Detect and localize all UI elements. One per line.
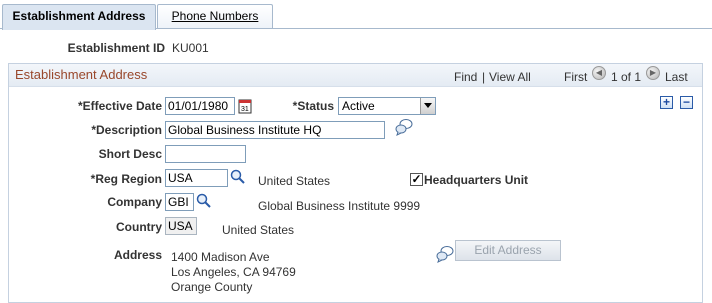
country-label: Country <box>116 220 162 234</box>
translate-icon[interactable] <box>436 245 454 263</box>
status-value: Active <box>342 99 375 113</box>
status-label: *Status <box>292 99 334 113</box>
description-input[interactable]: Global Business Institute HQ <box>165 121 385 139</box>
first-label: First <box>564 70 588 84</box>
find-link[interactable]: Find <box>454 70 477 84</box>
next-row-icon[interactable]: ▶ <box>646 66 660 80</box>
nav-separator: | <box>482 70 486 84</box>
edit-address-button[interactable]: Edit Address <box>455 240 561 261</box>
delete-row-button[interactable]: − <box>680 96 693 109</box>
svg-text:31: 31 <box>241 106 249 113</box>
search-icon[interactable] <box>230 169 246 185</box>
view-all-link[interactable]: View All <box>489 70 531 84</box>
calendar-icon[interactable]: 31 <box>238 98 254 114</box>
description-label: *Description <box>91 123 162 137</box>
country-description: United States <box>222 223 295 237</box>
headquarters-unit-checkbox[interactable]: ✓ <box>410 173 423 186</box>
effective-date-input[interactable]: 01/01/1980 <box>165 97 235 115</box>
last-label: Last <box>665 70 688 84</box>
previous-row-icon[interactable]: ◀ <box>592 66 606 80</box>
effective-date-label: *Effective Date <box>77 99 162 113</box>
status-select[interactable]: Active <box>338 97 436 115</box>
company-description: Global Business Institute 9999 <box>258 199 421 213</box>
address-label: Address <box>113 248 162 262</box>
chevron-down-icon[interactable] <box>420 98 435 114</box>
establishment-id-label: Establishment ID <box>67 41 165 55</box>
company-label: Company <box>107 195 162 209</box>
translate-icon[interactable] <box>395 118 413 136</box>
add-row-button[interactable]: + <box>660 96 673 109</box>
short-desc-input[interactable] <box>165 145 246 163</box>
search-icon[interactable] <box>196 193 212 209</box>
address-line-1: 1400 Madison Ave <box>171 250 270 264</box>
headquarters-unit-label: Headquarters Unit <box>424 173 529 187</box>
establishment-id-value: KU001 <box>172 41 209 55</box>
row-range: 1 of 1 <box>611 70 642 84</box>
tab-establishment-address[interactable]: Establishment Address <box>2 4 156 30</box>
short-desc-label: Short Desc <box>98 147 162 161</box>
company-input[interactable]: GBI <box>165 193 194 211</box>
reg-region-description: United States <box>258 174 331 188</box>
reg-region-label: *Reg Region <box>90 172 162 186</box>
reg-region-input[interactable]: USA <box>165 169 228 187</box>
address-line-2: Los Angeles, CA 94769 <box>171 265 296 279</box>
address-line-3: Orange County <box>171 280 253 294</box>
tab-phone-numbers[interactable]: Phone Numbers <box>157 4 273 28</box>
country-input: USA <box>165 217 197 235</box>
group-title: Establishment Address <box>15 67 148 82</box>
